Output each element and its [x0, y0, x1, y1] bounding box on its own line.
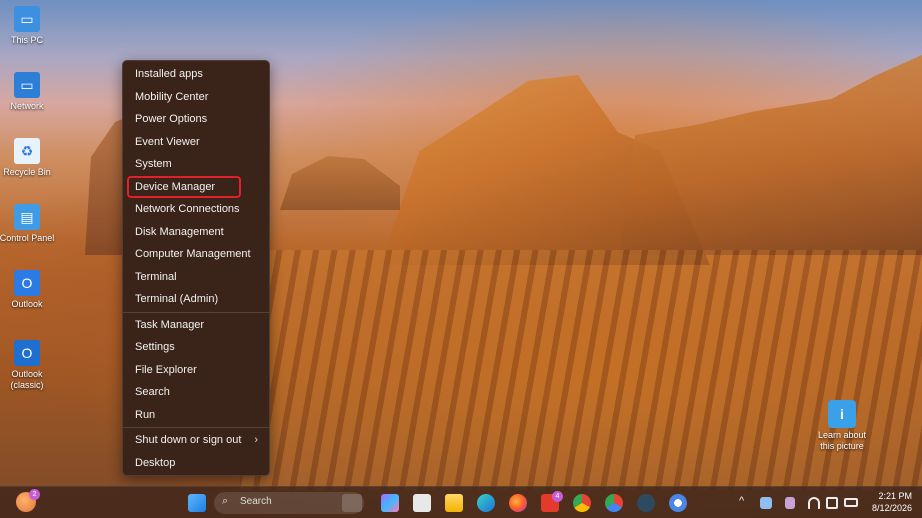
desktop-icon-outlook[interactable]: O Outlook: [0, 270, 57, 310]
weather-widget-icon[interactable]: 2: [16, 489, 40, 512]
search-highlight-icon[interactable]: [342, 494, 362, 512]
control-panel-icon: ▤: [14, 204, 40, 230]
menu-item-shut-down-or-sign-out[interactable]: Shut down or sign out ›: [128, 430, 266, 450]
menu-item-power-options[interactable]: Power Options: [128, 109, 266, 129]
learn-about-picture-icon-tile[interactable]: i Learn about this picture: [812, 400, 872, 452]
menu-item-system[interactable]: System: [128, 154, 266, 174]
menu-item-file-explorer[interactable]: File Explorer: [128, 360, 266, 380]
wifi-icon[interactable]: [808, 497, 820, 509]
network-icon: ▭: [14, 72, 40, 98]
search-placeholder: Search: [240, 496, 272, 507]
learn-about-picture-label: Learn about this picture: [817, 430, 867, 451]
chevron-right-icon: ›: [254, 434, 258, 446]
menu-item-label: Shut down or sign out: [135, 434, 242, 446]
menu-item-event-viewer[interactable]: Event Viewer: [128, 132, 266, 152]
search-icon: ⌕: [222, 495, 229, 507]
monitor-icon: ▭: [14, 6, 40, 32]
file-explorer-icon[interactable]: [445, 494, 463, 512]
menu-item-installed-apps[interactable]: Installed apps: [128, 64, 266, 84]
taskbar-clock[interactable]: 2:21 PM 8/12/2026: [872, 490, 912, 514]
info-icon: i: [828, 400, 856, 428]
menu-separator: [123, 312, 269, 313]
onedrive-icon[interactable]: [760, 497, 772, 509]
desktop-icon-network[interactable]: ▭ Network: [0, 72, 57, 112]
menu-item-terminal-admin[interactable]: Terminal (Admin): [128, 289, 266, 309]
chrome-profile-icon[interactable]: [605, 494, 623, 512]
desktop-icon-this-pc[interactable]: ▭ This PC: [0, 6, 57, 46]
desktop-icon-outlook-classic[interactable]: O Outlook (classic): [0, 340, 57, 391]
menu-item-device-manager[interactable]: Device Manager: [127, 176, 241, 198]
menu-item-settings[interactable]: Settings: [128, 337, 266, 357]
menu-item-terminal[interactable]: Terminal: [128, 267, 266, 287]
notification-badge: 4: [552, 491, 563, 502]
menu-item-disk-management[interactable]: Disk Management: [128, 222, 266, 242]
wallpaper-ridge: [380, 75, 710, 265]
desktop-icon-label: Network: [10, 101, 44, 111]
chromium-icon[interactable]: [669, 494, 687, 512]
windows-start-icon[interactable]: [188, 494, 206, 512]
battery-icon[interactable]: [844, 498, 858, 507]
wallpaper-ridge: [620, 55, 922, 255]
microphone-icon[interactable]: [785, 497, 795, 509]
desktop-icon-label: Control Panel: [0, 233, 55, 243]
menu-item-network-connections[interactable]: Network Connections: [128, 199, 266, 219]
clock-date: 8/12/2026: [871, 503, 912, 513]
menu-item-task-manager[interactable]: Task Manager: [128, 315, 266, 335]
desktop-icon-label: Outlook: [11, 299, 43, 309]
desktop-icon-label: Recycle Bin: [3, 167, 51, 177]
menu-item-desktop[interactable]: Desktop: [128, 453, 266, 473]
microsoft-store-icon[interactable]: [413, 494, 431, 512]
clock-time: 2:21 PM: [878, 491, 912, 501]
menu-separator: [123, 427, 269, 428]
desktop-icon-label: This PC: [10, 35, 43, 45]
recycle-bin-icon: ♻: [14, 138, 40, 164]
volume-icon[interactable]: [826, 497, 838, 509]
menu-item-computer-management[interactable]: Computer Management: [128, 244, 266, 264]
tray-chevron-up-icon[interactable]: ^: [739, 495, 744, 507]
outlook-icon: O: [14, 270, 40, 296]
outlook-classic-icon: O: [14, 340, 40, 366]
desktop-icon-recycle-bin[interactable]: ♻ Recycle Bin: [0, 138, 57, 178]
notification-badge: 2: [29, 489, 40, 500]
chrome-icon[interactable]: [573, 494, 591, 512]
desktop-icon-control-panel[interactable]: ▤ Control Panel: [0, 204, 57, 244]
firefox-icon[interactable]: [509, 494, 527, 512]
wallpaper-ground: [240, 250, 922, 490]
desktop-icon-label: Outlook (classic): [10, 369, 44, 390]
menu-item-mobility-center[interactable]: Mobility Center: [128, 87, 266, 107]
app-l-icon[interactable]: 4: [541, 491, 563, 512]
winx-context-menu: Installed apps Mobility Center Power Opt…: [122, 60, 270, 476]
menu-item-search[interactable]: Search: [128, 382, 266, 402]
copilot-icon[interactable]: [381, 494, 399, 512]
app-icon[interactable]: [637, 494, 655, 512]
wallpaper-ridge: [280, 156, 400, 210]
edge-icon[interactable]: [477, 494, 495, 512]
taskbar: 2 ⌕ Search 4 ^ 2:21 PM 8/12/2026: [0, 486, 922, 518]
menu-item-run[interactable]: Run: [128, 405, 266, 425]
